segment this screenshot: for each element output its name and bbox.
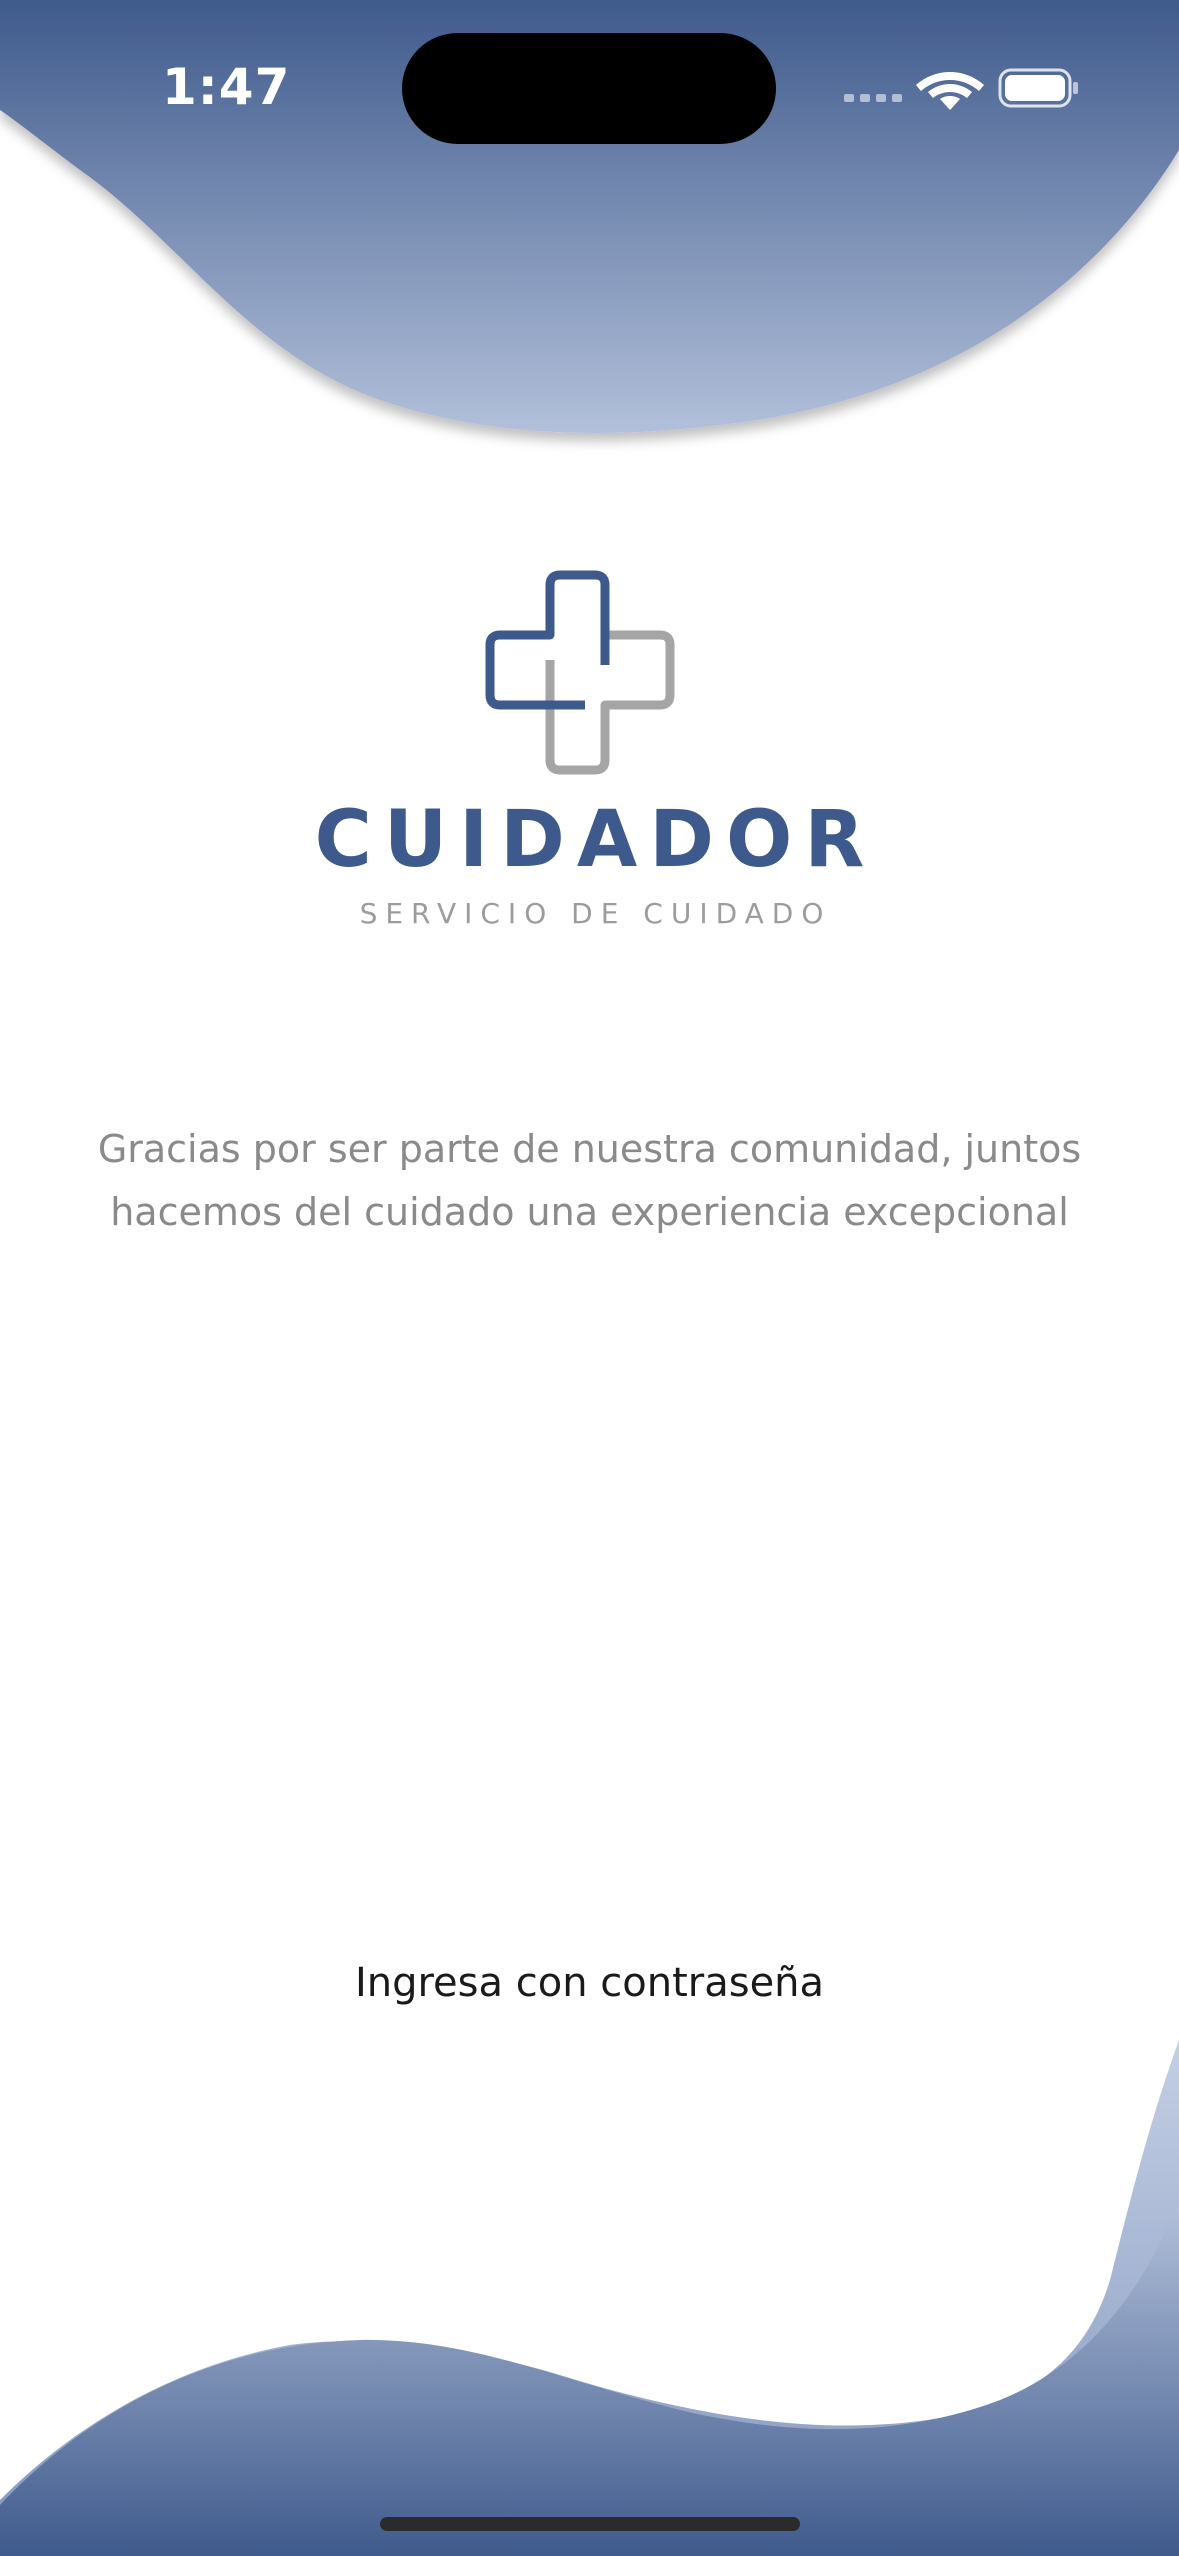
home-indicator[interactable] [380, 2517, 800, 2531]
background-waves [0, 0, 1179, 2556]
welcome-message: Gracias por ser parte de nuestra comunid… [60, 1118, 1119, 1244]
cellular-signal-icon [844, 94, 902, 102]
dynamic-island [402, 33, 776, 144]
welcome-line-2: hacemos del cuidado una experiencia exce… [110, 1190, 1069, 1234]
login-with-password-button[interactable]: Ingresa con contraseña [300, 1948, 879, 2018]
welcome-screen: 1:47 CUIDADOR SERVICIO DE CUIDADO Gracia… [0, 0, 1179, 2556]
battery-icon [998, 68, 1078, 108]
brand-tagline: SERVICIO DE CUIDADO [359, 897, 832, 930]
bottom-wave [0, 2200, 1179, 2556]
welcome-line-1: Gracias por ser parte de nuestra comunid… [97, 1127, 1082, 1171]
medical-cross-logo [485, 570, 675, 775]
wifi-icon [916, 72, 984, 110]
brand-title: CUIDADOR [314, 795, 877, 885]
status-time: 1:47 [162, 58, 291, 116]
status-icons [844, 68, 1078, 110]
